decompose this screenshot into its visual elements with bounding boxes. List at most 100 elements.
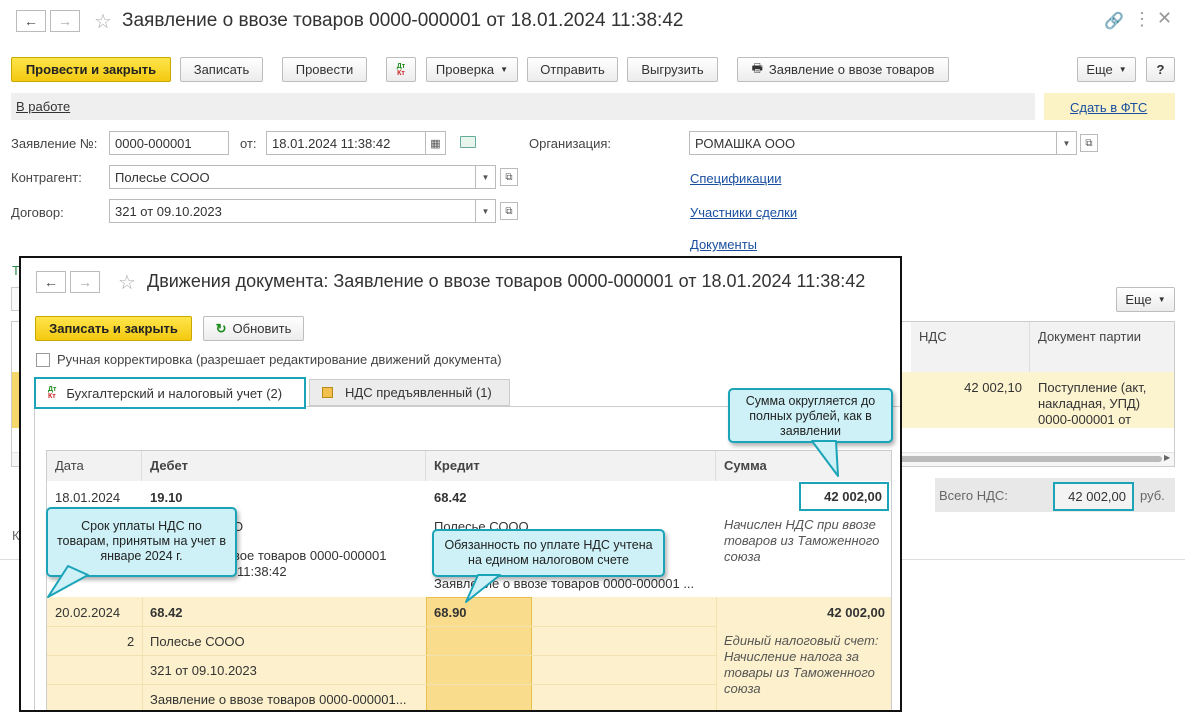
kt-text: Кт — [48, 393, 56, 400]
contract-open-icon[interactable]: ⧉ — [500, 202, 518, 220]
col-debit: Дебет — [142, 451, 426, 481]
counterparty-label: Контрагент: — [11, 170, 82, 185]
dropdown-arrow-icon: ▼ — [1118, 65, 1127, 74]
number-settings-icon[interactable] — [460, 136, 476, 148]
r2-num: 2 — [127, 634, 135, 649]
dropdown-arrow-icon: ▼ — [500, 65, 509, 74]
more-dropdown[interactable]: Еще ▼ — [1077, 57, 1136, 82]
r2-line1 — [47, 626, 716, 627]
refresh-icon: ↻ — [215, 320, 227, 336]
r1-sum: 42 002,00 — [799, 482, 889, 511]
status-link[interactable]: В работе — [16, 99, 70, 114]
tab-vat[interactable]: НДС предъявленный (1) — [309, 379, 510, 406]
status-bar — [11, 93, 1035, 120]
callout-ens: Обязанность по уплате НДС учтена на един… — [432, 529, 665, 577]
r2-debit3: 321 от 09.10.2023 — [150, 663, 257, 678]
r1-debit3: вое товаров 0000-000001 — [233, 548, 387, 563]
org-field[interactable]: РОМАШКА ООО — [689, 131, 1057, 155]
dialog-back-button[interactable]: ← — [36, 271, 66, 293]
total-label: Всего НДС: — [939, 488, 1008, 503]
calendar-icon[interactable]: ▦ — [426, 131, 446, 155]
window-title: Заявление о ввозе товаров 0000-000001 от… — [122, 10, 684, 31]
org-dropdown-icon[interactable]: ▼ — [1057, 131, 1077, 155]
favorite-star-icon[interactable]: ☆ — [94, 9, 112, 34]
number-label: Заявление №: — [11, 136, 98, 151]
post-and-close-button[interactable]: Провести и закрыть — [11, 57, 171, 82]
r1-debit: 19.10 — [150, 490, 183, 505]
dialog-title: Движения документа: Заявление о ввозе то… — [147, 271, 866, 291]
r2-date: 20.02.2024 — [55, 605, 121, 620]
total-unit: руб. — [1140, 488, 1165, 503]
dtkt-icon: Дт Кт — [48, 386, 56, 400]
dialog-favorite-star-icon[interactable]: ☆ — [118, 270, 136, 295]
col-date: Дата — [47, 451, 142, 481]
r2-line3 — [47, 684, 716, 685]
save-and-close-button[interactable]: Записать и закрыть — [35, 316, 192, 341]
printer-icon: 🖶 — [751, 61, 763, 75]
total-value: 42 002,00 — [1053, 482, 1134, 511]
r1-date: 18.01.2024 — [55, 490, 121, 505]
counterparty-dropdown-icon[interactable]: ▼ — [476, 165, 496, 189]
table-more-label: Еще — [1125, 292, 1152, 307]
print-button[interactable]: 🖶 Заявление о ввозе товаров — [737, 57, 949, 82]
dtkt-button[interactable]: Дт Кт — [386, 57, 416, 82]
link-icon[interactable]: 🔗 — [1104, 11, 1124, 31]
r2-vline2 — [716, 597, 717, 710]
r2-line2 — [47, 655, 716, 656]
more-icon[interactable]: ⋮ — [1133, 9, 1151, 30]
send-button[interactable]: Отправить — [527, 57, 618, 82]
r1-credit3: Заявление о ввозе товаров 0000-000001 ..… — [434, 576, 695, 591]
r2-debit4: Заявление о ввозе товаров 0000-000001... — [150, 692, 407, 707]
help-button[interactable]: ? — [1146, 57, 1175, 82]
row-batch: Поступление (акт, накладная, УПД) 0000-0… — [1038, 380, 1147, 427]
r2-debit: 68.42 — [150, 605, 183, 620]
movements-table: Дата Дебет Кредит Сумма 18.01.2024 19.10… — [46, 450, 892, 710]
scrollbar-thumb[interactable] — [892, 456, 1162, 462]
tab-accounting[interactable]: Дт Кт Бухгалтерский и налоговый учет (2) — [34, 377, 306, 409]
back-button[interactable]: ← — [16, 10, 46, 32]
dt-icon: Дт — [396, 62, 406, 70]
row-vat: 42 002,10 — [964, 380, 1022, 395]
check-dropdown[interactable]: Проверка ▼ — [426, 57, 518, 82]
close-icon[interactable]: ✕ — [1157, 8, 1172, 29]
refresh-button[interactable]: ↻ Обновить — [203, 316, 304, 341]
manual-checkbox[interactable] — [36, 353, 50, 367]
r1-desc: Начислен НДС при ввозе товаров из Таможе… — [724, 517, 880, 564]
counterparty-open-icon[interactable]: ⧉ — [500, 168, 518, 186]
org-label: Организация: — [529, 136, 612, 151]
register-icon — [322, 387, 333, 398]
dialog-forward-button[interactable]: → — [70, 271, 100, 293]
forward-button[interactable]: → — [50, 10, 80, 32]
contract-dropdown-icon[interactable]: ▼ — [476, 199, 496, 223]
manual-label: Ручная корректировка (разрешает редактир… — [57, 352, 502, 367]
check-label: Проверка — [435, 62, 495, 77]
date-field[interactable]: 18.01.2024 11:38:42 — [266, 131, 426, 155]
r1-debit4: 11:38:42 — [237, 564, 287, 579]
col-sum: Сумма — [716, 451, 891, 481]
number-field[interactable]: 0000-000001 — [109, 131, 229, 155]
contract-field[interactable]: 321 от 09.10.2023 — [109, 199, 476, 223]
scroll-right-icon[interactable]: ▶ — [1164, 453, 1170, 462]
org-open-icon[interactable]: ⧉ — [1080, 134, 1098, 152]
date-label: от: — [240, 136, 257, 151]
r2-debit2: Полесье СООО — [150, 634, 245, 649]
send-fts-link[interactable]: Сдать в ФТС — [1070, 100, 1147, 115]
col-vat-header: НДС — [911, 322, 1030, 372]
post-button[interactable]: Провести — [282, 57, 367, 82]
r2-vline1 — [142, 597, 143, 710]
counterparty-field[interactable]: Полесье СООО — [109, 165, 476, 189]
print-label: Заявление о ввозе товаров — [768, 62, 935, 77]
dt-text: Дт — [48, 386, 57, 393]
r2-sum: 42 002,00 — [827, 605, 885, 620]
tab-vat-label: НДС предъявленный (1) — [345, 385, 492, 400]
save-button[interactable]: Записать — [180, 57, 263, 82]
participants-link[interactable]: Участники сделки — [690, 205, 797, 220]
specs-link[interactable]: Спецификации — [690, 171, 782, 186]
upload-button[interactable]: Выгрузить — [627, 57, 718, 82]
movements-dialog: ← → ☆ Движения документа: Заявление о вв… — [19, 256, 902, 712]
documents-link[interactable]: Документы — [690, 237, 757, 252]
col-batch-header: Документ партии — [1030, 322, 1174, 372]
table-more-dropdown[interactable]: Еще ▼ — [1116, 287, 1175, 312]
col-credit: Кредит — [426, 451, 716, 481]
callout-rounding: Сумма округляется до полных рублей, как … — [728, 388, 893, 443]
